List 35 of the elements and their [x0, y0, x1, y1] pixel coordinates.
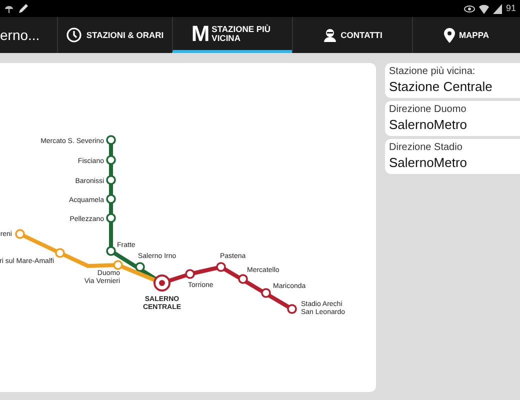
tab[interactable]: MAPPA [412, 17, 520, 53]
station-marker [238, 274, 248, 284]
tab[interactable]: CONTATTI [292, 17, 412, 53]
station-marker [216, 262, 226, 272]
clock-icon [66, 27, 82, 43]
station-marker [106, 135, 116, 145]
info-value: SalernoMetro [389, 154, 468, 171]
station-marker [106, 213, 116, 223]
metro-logo: M [191, 22, 208, 44]
eye-icon [464, 4, 475, 13]
battery-text: 91 [506, 4, 516, 13]
info-caption: Stazione più vicina: [389, 66, 476, 78]
station-marker [55, 248, 65, 258]
person-icon [322, 28, 337, 42]
info-value: Stazione Centrale [389, 78, 494, 95]
station-marker [106, 175, 116, 185]
info-value: SalernoMetro [389, 116, 468, 133]
signal-icon [492, 4, 502, 14]
station-marker [15, 229, 25, 239]
wifi-icon [478, 4, 489, 14]
station-marker [261, 288, 271, 298]
tab[interactable]: STAZIONI & ORARI [57, 17, 172, 53]
hub-station-marker [154, 274, 170, 292]
station-marker [106, 194, 116, 204]
station-marker [135, 262, 145, 272]
station-marker [106, 155, 116, 165]
station-marker [113, 260, 123, 270]
pin-icon [444, 28, 455, 42]
app-title: erno... [0, 26, 40, 44]
station-marker [185, 269, 195, 279]
station-marker [106, 246, 116, 256]
info-caption: Direzione Duomo [389, 104, 468, 116]
station-marker [287, 304, 297, 314]
info-caption: Direzione Stadio [389, 142, 464, 154]
pencil-icon [18, 3, 29, 14]
